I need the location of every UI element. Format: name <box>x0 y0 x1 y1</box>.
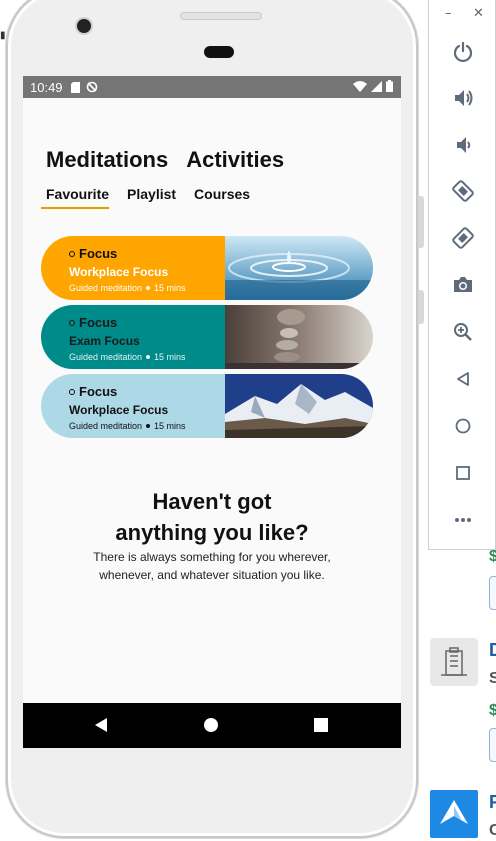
proximity-sensor <box>204 46 234 58</box>
meditation-card[interactable]: Focus Workplace Focus Guided meditation 1… <box>41 236 373 300</box>
minimize-icon[interactable]: – <box>445 6 452 21</box>
zoom-icon[interactable] <box>449 318 477 346</box>
empty-title-line2: anything you like? <box>115 520 309 545</box>
card-category: Focus <box>69 246 225 261</box>
home-icon[interactable] <box>449 412 477 440</box>
focus-ring-icon <box>69 388 75 395</box>
separator-dot <box>146 424 151 428</box>
separator-dot <box>146 355 151 359</box>
background-price-mid: $ <box>489 702 496 719</box>
card-type: Guided meditation <box>69 283 143 293</box>
card-meta: Guided meditation 15 mins <box>69 283 225 293</box>
side-button-volume[interactable] <box>418 196 424 248</box>
card-info: Focus Workplace Focus Guided meditation 1… <box>41 236 225 300</box>
card-duration: 15 mins <box>154 283 186 293</box>
nav-home-icon[interactable] <box>201 715 221 735</box>
card-meta: Guided meditation 15 mins <box>69 421 225 431</box>
background-button-mid[interactable] <box>489 728 496 762</box>
app-logo-icon <box>430 790 478 838</box>
rotate-right-icon[interactable] <box>449 224 477 252</box>
background-title-bottom[interactable]: F <box>489 792 496 813</box>
signal-icon <box>371 80 382 92</box>
card-category-label: Focus <box>79 315 118 330</box>
wifi-icon <box>353 80 367 92</box>
background-edge-text: ▮ <box>0 30 6 41</box>
background-price-top: $ <box>489 548 496 565</box>
background-sub-mid: S <box>489 670 496 687</box>
meditation-card[interactable]: Focus Workplace Focus Guided meditation 1… <box>41 374 373 438</box>
background-title-mid[interactable]: D <box>489 640 496 661</box>
sd-card-icon <box>70 81 80 93</box>
android-nav-bar <box>23 703 401 748</box>
primary-tabs: Meditations Activities <box>46 147 284 173</box>
desktop: ▮ $ D S $ F C – ✕ 10:49 Meditations Acti… <box>0 0 496 841</box>
card-title: Workplace Focus <box>69 265 169 279</box>
tab-meditations[interactable]: Meditations <box>46 147 168 173</box>
card-category-label: Focus <box>79 246 118 261</box>
focus-ring-icon <box>69 250 75 257</box>
rotate-left-icon[interactable] <box>449 177 477 205</box>
secondary-tabs: Favourite Playlist Courses <box>46 186 250 202</box>
card-type: Guided meditation <box>69 421 143 431</box>
card-category: Focus <box>69 315 225 330</box>
card-info: Focus Workplace Focus Guided meditation 1… <box>41 374 225 438</box>
selected-tab-indicator <box>41 207 109 209</box>
meditation-card[interactable]: Focus Exam Focus Guided meditation 15 min… <box>41 305 373 369</box>
snowy-mountain-image <box>225 374 373 438</box>
card-title: Workplace Focus <box>69 403 169 417</box>
power-icon[interactable] <box>449 38 477 66</box>
phone-screen: 10:49 Meditations Activities Favourite P… <box>23 76 401 748</box>
status-time: 10:49 <box>30 79 63 95</box>
water-drop-image <box>225 236 373 300</box>
nav-overview-icon[interactable] <box>311 715 331 735</box>
side-button-power[interactable] <box>418 290 424 324</box>
tab-favourite[interactable]: Favourite <box>46 186 109 202</box>
tab-courses[interactable]: Courses <box>194 186 250 202</box>
card-duration: 15 mins <box>154 352 186 362</box>
volume-up-icon[interactable] <box>449 84 477 112</box>
earpiece-speaker <box>180 12 262 20</box>
front-camera <box>77 19 91 33</box>
camera-icon[interactable] <box>449 271 477 299</box>
empty-desc-line1: There is always something for you wherev… <box>93 550 331 564</box>
empty-state-title: Haven't got anything you like? <box>23 486 401 548</box>
more-icon[interactable] <box>449 506 477 534</box>
overview-icon[interactable] <box>449 459 477 487</box>
tab-activities[interactable]: Activities <box>186 147 284 173</box>
card-info: Focus Exam Focus Guided meditation 15 min… <box>41 305 225 369</box>
close-icon[interactable]: ✕ <box>473 6 484 21</box>
focus-ring-icon <box>69 319 75 326</box>
balanced-stones-image <box>225 305 373 369</box>
empty-state-description: There is always something for you wherev… <box>23 548 401 584</box>
card-category-label: Focus <box>79 384 118 399</box>
volume-down-icon[interactable] <box>449 131 477 159</box>
card-title: Exam Focus <box>69 334 140 348</box>
back-icon[interactable] <box>449 365 477 393</box>
emulator-toolbar: – ✕ <box>428 0 496 550</box>
card-meta: Guided meditation 15 mins <box>69 352 225 362</box>
status-bar: 10:49 <box>23 76 401 98</box>
battery-icon <box>386 80 393 92</box>
building-icon <box>430 638 478 686</box>
separator-dot <box>146 286 151 290</box>
background-sub-bottom: C <box>489 822 496 839</box>
background-button-top[interactable] <box>489 576 496 610</box>
card-duration: 15 mins <box>154 421 186 431</box>
sync-disabled-icon <box>86 81 97 93</box>
empty-title-line1: Haven't got <box>152 489 272 514</box>
tab-playlist[interactable]: Playlist <box>127 186 176 202</box>
card-type: Guided meditation <box>69 352 143 362</box>
empty-desc-line2: whenever, and whatever situation you lik… <box>99 568 325 582</box>
nav-back-icon[interactable] <box>91 715 111 735</box>
card-category: Focus <box>69 384 225 399</box>
